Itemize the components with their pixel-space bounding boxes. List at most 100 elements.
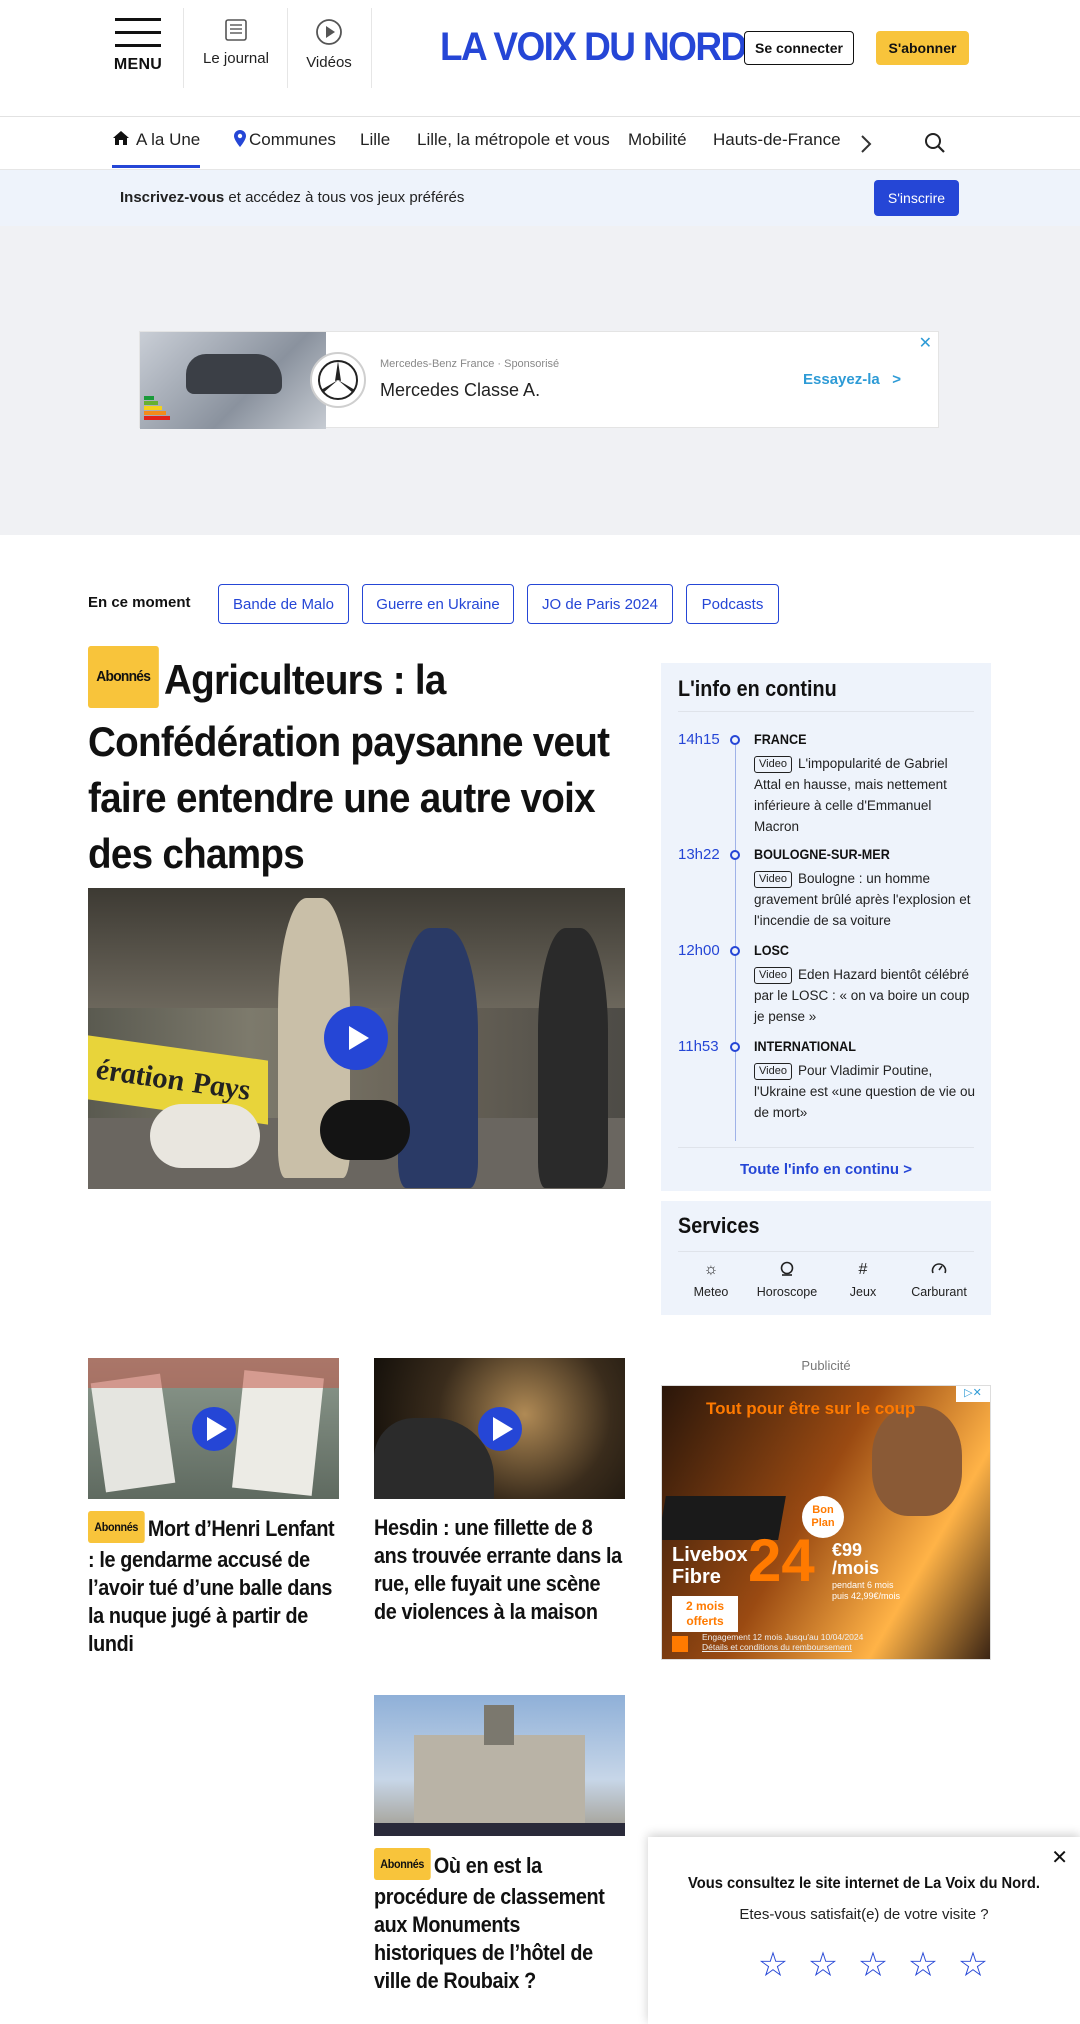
live-title: L'info en continu <box>678 676 837 701</box>
main-headline-text: Agriculteurs : la Confédération paysanne… <box>88 656 610 877</box>
service-meteo[interactable]: ☼ Meteo <box>673 1261 749 1299</box>
ad-price-detail: pendant 6 mois puis 42,99€/mois <box>832 1580 901 1601</box>
timeline-dot <box>730 1042 740 1052</box>
adchoices-close-icon[interactable]: ▷✕ <box>956 1386 990 1402</box>
ad-headline: Tout pour être sur le coup <box>706 1398 915 1419</box>
star-icon[interactable]: ☆ <box>948 1945 998 1985</box>
fuel-gauge-icon <box>901 1261 977 1279</box>
journal-label: Le journal <box>203 50 269 67</box>
live-category: BOULOGNE-SUR-MER <box>754 846 890 862</box>
ad-cta-link[interactable]: Essayez-la > <box>803 371 901 388</box>
site-logo[interactable]: LA VOIX DU NORD <box>440 24 747 69</box>
story-thumbnail[interactable] <box>374 1695 625 1836</box>
ad-conditions-link[interactable]: Détails et conditions du remboursement <box>702 1642 902 1652</box>
story-thumbnail[interactable] <box>374 1358 625 1499</box>
live-news-panel: L'info en continu 14h15 FRANCE Video L'im… <box>661 663 991 1191</box>
video-play-icon[interactable] <box>192 1407 236 1451</box>
signup-text: Inscrivez-vous et accédez à tous vos jeu… <box>120 189 464 206</box>
videos-label: Vidéos <box>306 54 352 71</box>
services-title: Services <box>678 1213 760 1238</box>
home-icon <box>113 131 129 145</box>
orange-logo-icon <box>672 1636 688 1652</box>
video-play-icon[interactable] <box>324 1006 388 1070</box>
survey-question: Vous consultez le site internet de La Vo… <box>688 1875 1040 1892</box>
site-header: MENU Le journal Vidéos LA VOIX DU NORD S… <box>0 0 1080 117</box>
divider <box>678 1251 974 1252</box>
divider <box>287 8 288 88</box>
live-text: Video Boulogne : un homme gravement brûlé… <box>754 868 976 931</box>
timeline-line <box>735 745 736 1141</box>
star-icon[interactable]: ☆ <box>848 1945 898 1985</box>
car-shape <box>374 1418 494 1499</box>
journal-link[interactable]: Le journal <box>197 18 275 67</box>
trending-chip[interactable]: JO de Paris 2024 <box>527 584 673 624</box>
crowd <box>374 1823 625 1836</box>
menu-button[interactable]: MENU <box>112 18 164 80</box>
dog-figure <box>320 1100 410 1160</box>
video-play-icon[interactable] <box>478 1407 522 1451</box>
play-circle-icon <box>316 19 342 45</box>
person-figure <box>398 928 478 1188</box>
video-tag: Video <box>754 756 792 773</box>
live-time: 12h00 <box>678 942 720 959</box>
story-thumbnail[interactable] <box>88 1358 339 1499</box>
banner-text: ération Pays <box>96 1052 251 1108</box>
signup-button[interactable]: S'inscrire <box>874 180 959 216</box>
ad-title: Mercedes Classe A. <box>380 380 541 400</box>
nav-item-lille-metropole[interactable]: Lille, la métropole et vous <box>417 130 610 150</box>
mercedes-logo-icon <box>310 352 366 408</box>
menu-label: MENU <box>113 56 163 73</box>
timeline-dot <box>730 850 740 860</box>
divider <box>678 711 974 712</box>
login-button[interactable]: Se connecter <box>744 31 854 65</box>
service-jeux[interactable]: # Jeux <box>825 1261 901 1299</box>
service-carburant[interactable]: Carburant <box>901 1261 977 1299</box>
nav-item-a-la-une[interactable]: A la Une <box>112 130 201 168</box>
story-headline[interactable]: Abonnés Mort d’Henri Lenfant : le gendarm… <box>88 1511 340 1658</box>
services-panel: Services ☼ Meteo Horoscope # Jeux Carburan… <box>661 1201 991 1315</box>
star-icon[interactable]: ☆ <box>748 1945 798 1985</box>
hash-icon: # <box>858 1261 868 1278</box>
star-icon[interactable]: ☆ <box>898 1945 948 1985</box>
trending-chip[interactable]: Guerre en Ukraine <box>362 584 514 624</box>
service-horoscope[interactable]: Horoscope <box>749 1261 825 1299</box>
divider <box>678 1147 974 1148</box>
trending-chip[interactable]: Podcasts <box>686 584 779 624</box>
nav-item-communes[interactable]: Communes <box>234 130 336 150</box>
star-icon[interactable]: ☆ <box>798 1945 848 1985</box>
ad-headline-highlight: Tout <box>706 1399 742 1418</box>
city-hall-tower <box>484 1705 514 1745</box>
page: MENU Le journal Vidéos LA VOIX DU NORD S… <box>0 0 1080 2024</box>
live-category: INTERNATIONAL <box>754 1038 856 1054</box>
story-headline-text: Hesdin : une fillette de 8 ans trouvée e… <box>374 1515 622 1624</box>
videos-link[interactable]: Vidéos <box>298 18 360 71</box>
city-hall-building <box>414 1735 585 1825</box>
ad-close-icon[interactable]: ✕ <box>919 333 932 353</box>
newspaper-icon <box>225 19 247 41</box>
energy-label-icon <box>144 396 170 424</box>
main-headline[interactable]: Abonnés Agriculteurs : la Confédération p… <box>88 646 631 882</box>
chevron-right-icon: > <box>892 371 902 388</box>
divider <box>371 8 372 88</box>
timeline-dot <box>730 735 740 745</box>
search-icon[interactable] <box>924 132 946 159</box>
nav-item-lille[interactable]: Lille <box>360 130 390 150</box>
ad-price: 24 <box>748 1527 815 1594</box>
nav-item-mobilite[interactable]: Mobilité <box>628 130 687 150</box>
subscribe-button[interactable]: S'abonner <box>876 31 969 65</box>
video-tag: Video <box>754 1063 792 1080</box>
story-headline[interactable]: Hesdin : une fillette de 8 ans trouvée e… <box>374 1514 626 1626</box>
story-headline[interactable]: Abonnés Où en est la procédure de classem… <box>374 1848 626 1995</box>
display-ad[interactable]: Tout pour être sur le coup Bon Plan Live… <box>661 1385 991 1660</box>
main-story-image[interactable]: ération Pays <box>88 888 625 1189</box>
close-icon[interactable]: ✕ <box>1051 1845 1068 1870</box>
nav-item-hauts-de-france[interactable]: Hauts-de-France <box>713 130 841 150</box>
ad-offer: 2 mois offerts <box>672 1596 738 1632</box>
live-more-link[interactable]: Toute l'info en continu > <box>661 1161 991 1178</box>
sponsored-ad[interactable]: Mercedes-Benz France · Sponsorisé Merced… <box>139 331 939 429</box>
chevron-right-icon[interactable] <box>860 134 872 160</box>
trending-chip[interactable]: Bande de Malo <box>218 584 349 624</box>
live-text: Video Eden Hazard bientôt célébré par le … <box>754 964 976 1027</box>
service-label: Meteo <box>693 1285 729 1299</box>
ad-sponsor: Mercedes-Benz France · Sponsorisé <box>380 358 559 370</box>
